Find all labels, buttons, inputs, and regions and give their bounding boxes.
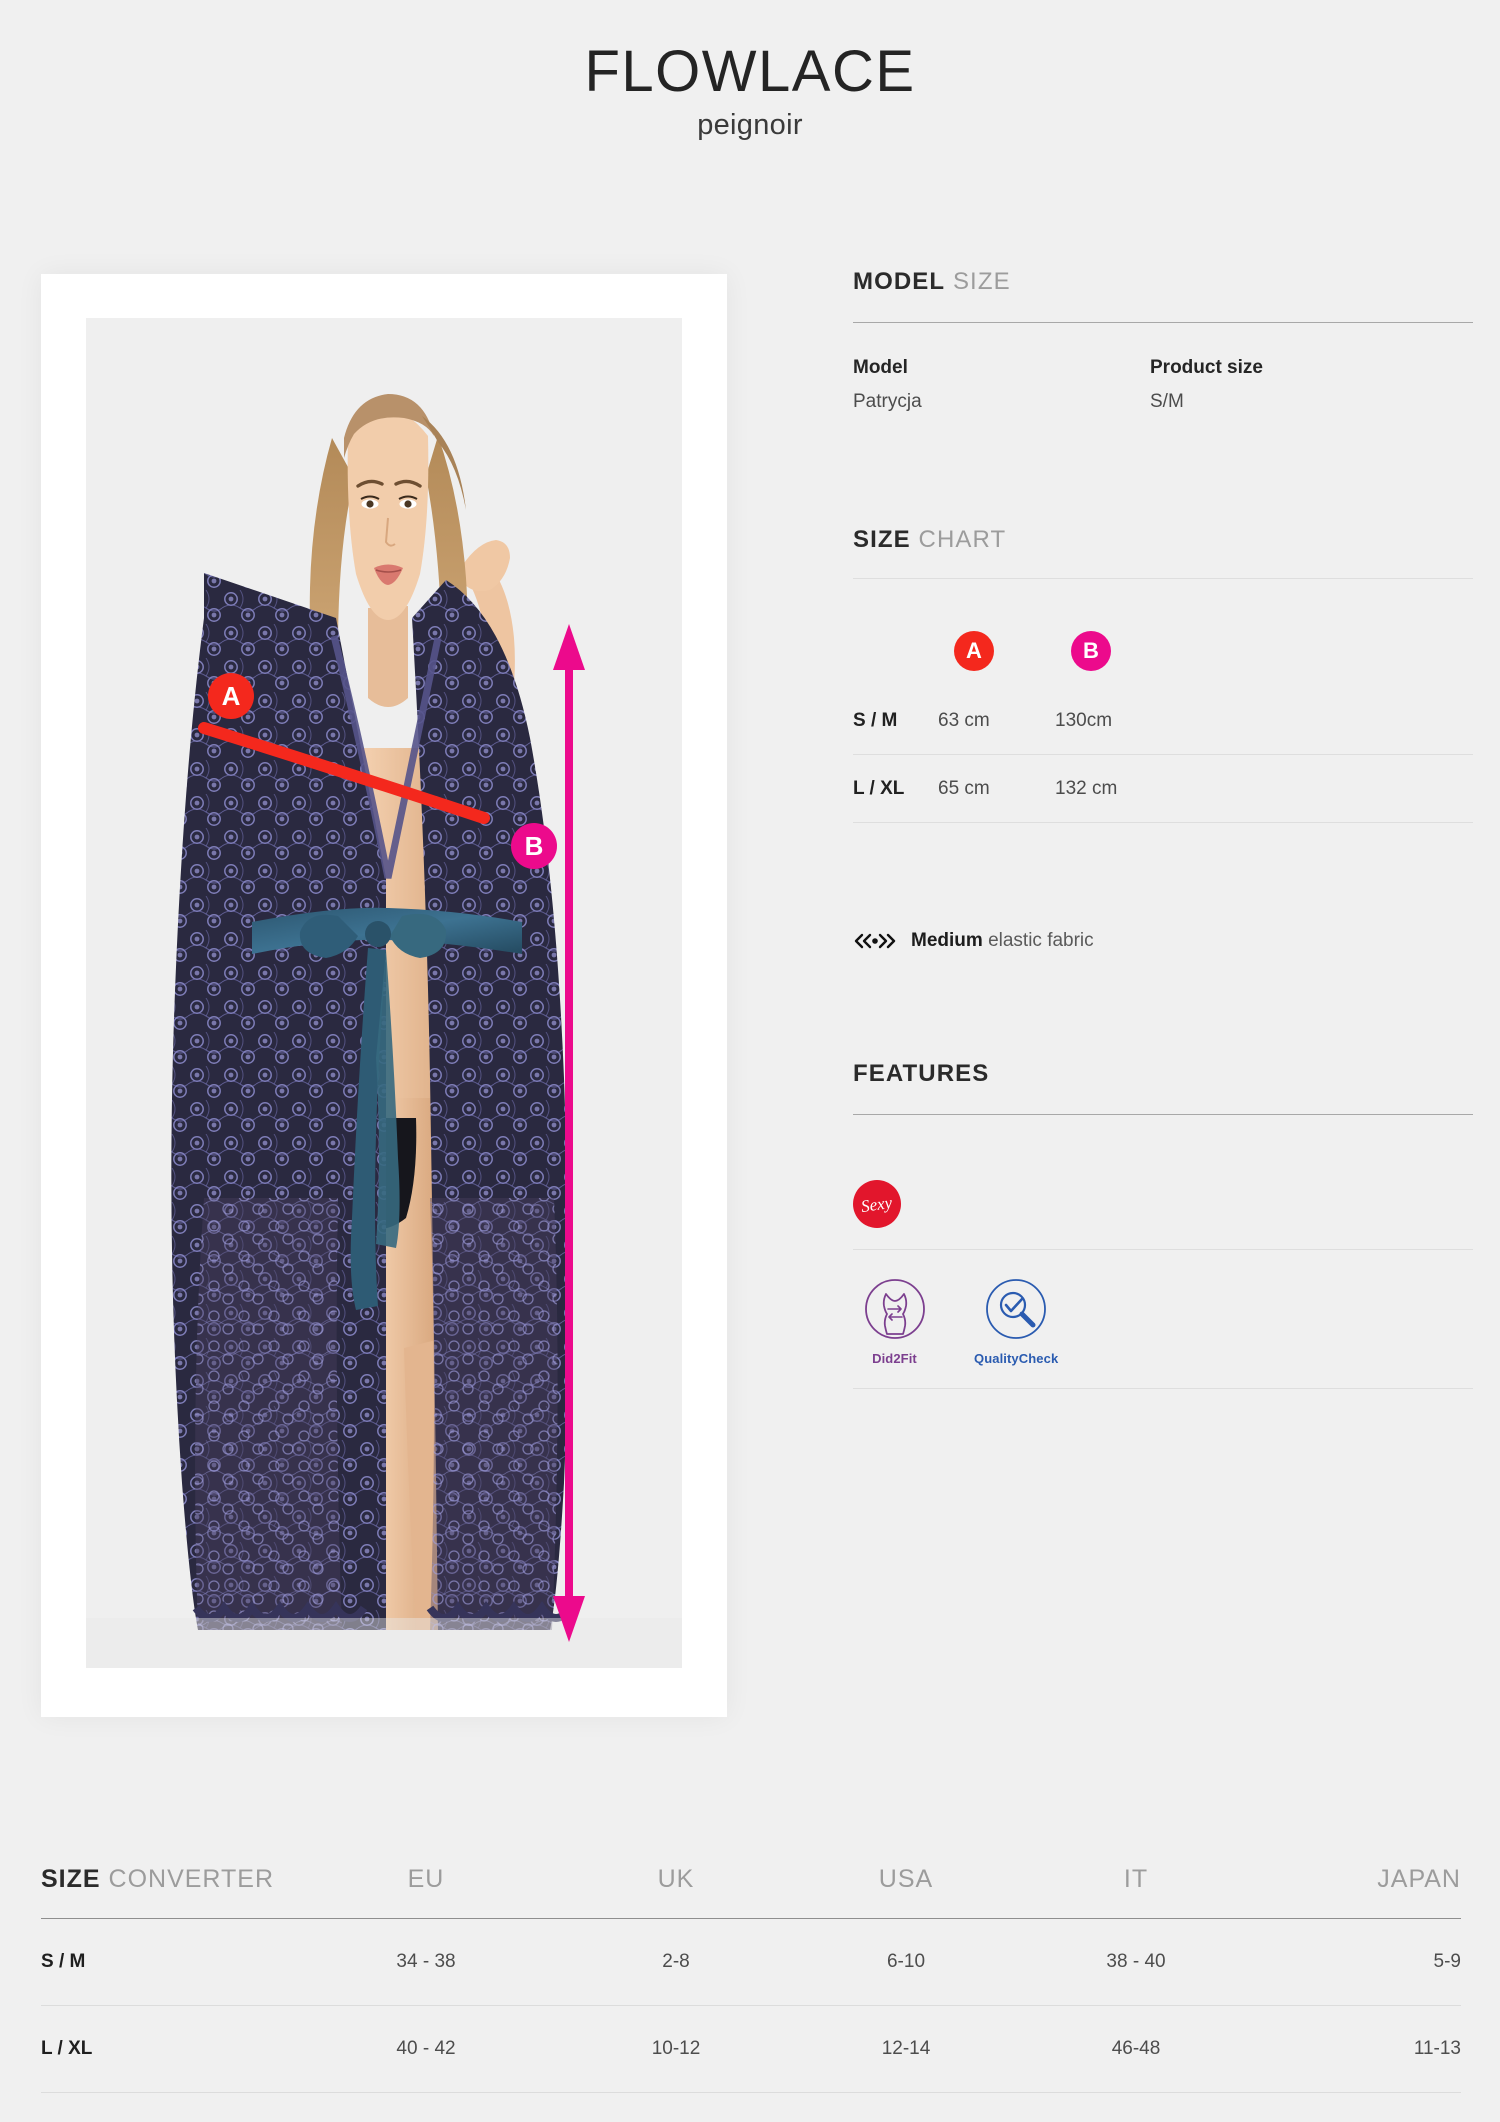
model-size-divider <box>853 322 1473 323</box>
size-chart-bottom-rule <box>853 822 1473 823</box>
size-converter-row-sm-eu: 34 - 38 <box>396 1951 456 1972</box>
size-converter-row-sm-usa: 6-10 <box>886 1951 926 1972</box>
features-heading-text: FEATURES <box>853 1060 990 1087</box>
product-title: FLOWLACE <box>584 39 916 104</box>
size-chart-heading: SIZE CHART <box>853 526 1473 554</box>
size-converter-heading: SIZE CONVERTER <box>41 1840 291 1919</box>
size-converter-row-sm: S / M 34 - 38 2-8 6-10 38 - 40 5-9 <box>41 1919 1461 2006</box>
size-converter-row-lxl-size: L / XL <box>41 2038 93 2059</box>
size-converter-heading-bold: SIZE <box>41 1864 101 1893</box>
size-converter-heading-light: CONVERTER <box>108 1864 275 1893</box>
size-converter-section: SIZE CONVERTER EU UK USA IT JAPAN S / M … <box>41 1840 1461 2093</box>
size-chart-row-sm: S / M 63 cm 130cm <box>853 687 1473 754</box>
size-chart-table: A B S / M 63 cm 130cm L / XL 65 cm 132 c… <box>853 615 1473 823</box>
size-converter-table: SIZE CONVERTER EU UK USA IT JAPAN S / M … <box>41 1840 1461 2093</box>
size-converter-row-lxl: L / XL 40 - 42 10-12 12-14 46-48 11-13 <box>41 2006 1461 2093</box>
model-name-label: Model <box>853 357 908 378</box>
size-converter-row-sm-uk: 2-8 <box>662 1951 690 1972</box>
feature-did2fit: Did2Fit <box>853 1278 936 1366</box>
model-size-heading: MODEL SIZE <box>853 268 1473 296</box>
size-chart-badge-spacer <box>853 615 938 687</box>
features-heading: FEATURES <box>853 1060 1473 1088</box>
size-chart-heading-bold: SIZE <box>853 526 911 553</box>
size-chart-row-lxl-a: 65 cm <box>938 777 990 799</box>
photo-marker-b: B <box>511 823 557 869</box>
features-sexy-row: Sexy <box>853 1159 1473 1249</box>
model-name-cell: Model Patrycja <box>853 357 1150 413</box>
size-converter-header-row: SIZE CONVERTER EU UK USA IT JAPAN <box>41 1840 1461 1919</box>
size-badge-a: A <box>954 631 994 671</box>
photo-marker-a: A <box>208 673 254 719</box>
size-converter-row-lxl-it: 46-48 <box>1111 2038 1161 2059</box>
product-subtitle: peignoir <box>697 108 803 141</box>
size-chart-section: SIZE CHART A B S / M 63 cm 130cm L / XL … <box>853 526 1473 952</box>
features-bottom-divider <box>853 1388 1473 1389</box>
size-converter-row-lxl-uk: 10-12 <box>651 2038 701 2059</box>
size-chart-heading-light: CHART <box>918 526 1007 553</box>
model-photo-illustration <box>86 318 682 1668</box>
elasticity-text: Medium elastic fabric <box>911 930 1094 952</box>
size-converter-col-eu: EU <box>407 1864 445 1893</box>
elasticity-row: Medium elastic fabric <box>853 930 1473 952</box>
product-size-cell: Product size S/M <box>1150 357 1263 413</box>
size-chart-row-sm-size: S / M <box>853 709 898 731</box>
size-chart-badge-row: A B <box>853 615 1473 687</box>
sexy-badge-label: Sexy <box>860 1192 894 1216</box>
model-name-value: Patrycja <box>853 391 922 412</box>
details-column: MODEL SIZE Model Patrycja Product size S… <box>853 268 1473 1389</box>
size-converter-col-japan: JAPAN <box>1377 1864 1461 1893</box>
size-converter-row-lxl-usa: 12-14 <box>881 2038 931 2059</box>
size-chart-bottom-separator <box>853 822 1473 823</box>
product-size-value: S/M <box>1150 391 1184 412</box>
product-size-label: Product size <box>1150 357 1263 378</box>
feature-qualitycheck: QualityCheck <box>974 1278 1059 1366</box>
model-size-heading-bold: MODEL <box>853 268 946 295</box>
size-converter-row-sm-it: 38 - 40 <box>1106 1951 1166 1972</box>
product-photo: A B <box>86 318 682 1668</box>
size-converter-row-lxl-eu: 40 - 42 <box>396 2038 456 2059</box>
feature-qualitycheck-label: QualityCheck <box>974 1351 1059 1366</box>
size-badge-b: B <box>1071 631 1111 671</box>
size-chart-row-lxl-b: 132 cm <box>1055 777 1118 799</box>
size-chart-row-lxl: L / XL 65 cm 132 cm <box>853 755 1473 822</box>
size-chart-row-sm-a: 63 cm <box>938 709 990 731</box>
feature-did2fit-label: Did2Fit <box>872 1351 917 1366</box>
size-chart-badge-a-cell: A <box>938 615 1055 687</box>
elasticity-description: elastic fabric <box>988 930 1094 951</box>
size-chart-row-sm-b: 130cm <box>1055 709 1113 731</box>
model-size-details: Model Patrycja Product size S/M <box>853 357 1473 413</box>
size-converter-row-lxl-japan: 11-13 <box>1413 2038 1461 2059</box>
elasticity-medium-icon <box>853 932 911 950</box>
elasticity-level: Medium <box>911 930 983 951</box>
elasticity-glyph <box>854 933 896 949</box>
size-converter-row-sm-size: S / M <box>41 1951 86 1972</box>
size-chart-bottom-separator-cell <box>853 822 1473 823</box>
size-chart-badge-b-cell: B <box>1055 615 1473 687</box>
size-chart-divider <box>853 578 1473 579</box>
page-header: FLOWLACE peignoir <box>0 0 1500 185</box>
model-size-heading-light: SIZE <box>952 268 1011 295</box>
product-photo-frame: A B <box>41 274 727 1717</box>
dress-fit-icon <box>864 1279 925 1339</box>
features-section: FEATURES Sexy Did2Fit QualityCheck <box>853 1060 1473 1389</box>
size-converter-col-uk: UK <box>657 1864 695 1893</box>
features-divider <box>853 1114 1473 1115</box>
sexy-badge-icon: Sexy <box>853 1180 901 1228</box>
size-converter-col-usa: USA <box>878 1864 934 1893</box>
size-converter-col-it: IT <box>1123 1864 1149 1893</box>
features-icons-row: Did2Fit QualityCheck <box>853 1250 1473 1388</box>
model-size-section: MODEL SIZE Model Patrycja Product size S… <box>853 268 1473 413</box>
size-chart-row-lxl-size: L / XL <box>853 777 905 799</box>
magnifier-check-icon <box>985 1279 1046 1339</box>
size-converter-row-sm-japan: 5-9 <box>1433 1951 1461 1972</box>
